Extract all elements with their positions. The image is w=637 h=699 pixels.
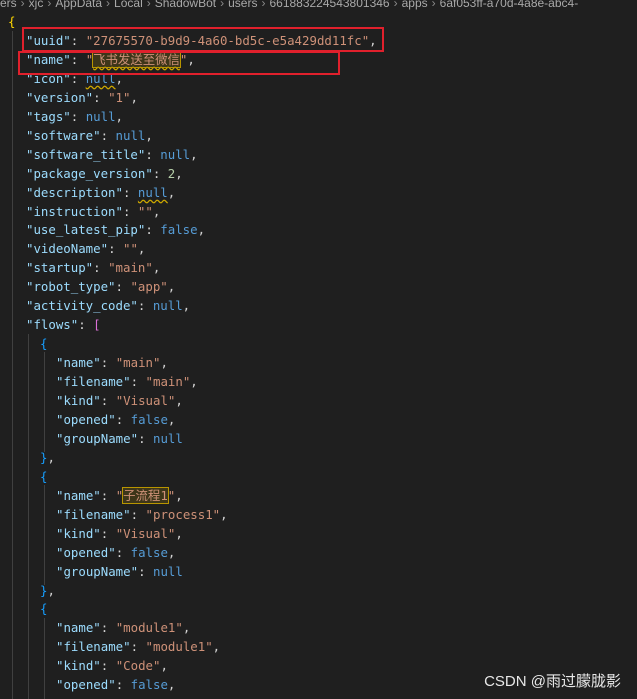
line-activity-code: "activity_code": null, xyxy=(26,298,191,314)
line-version: "version": "1", xyxy=(26,89,138,105)
line-flows: "flows": [ xyxy=(26,317,101,333)
line-flow-open: { xyxy=(40,336,48,352)
line-flow-name: "name": "main", xyxy=(56,355,168,371)
indent-guide xyxy=(28,334,29,699)
line-description: "description": null, xyxy=(26,184,176,200)
breadcrumb-item[interactable]: 661883224543801346 xyxy=(269,0,389,10)
breadcrumb-separator-icon: › xyxy=(261,0,266,10)
line-instruction: "instruction": "", xyxy=(26,203,161,219)
line-robot-type: "robot_type": "app", xyxy=(26,279,176,295)
line-flow-name: "name": "子流程1", xyxy=(56,486,183,504)
breadcrumb-item[interactable]: Local xyxy=(114,0,143,10)
breadcrumb-separator-icon: › xyxy=(393,0,398,10)
watermark: CSDN @雨过朦胧影 xyxy=(484,673,621,690)
breadcrumb-item[interactable]: apps xyxy=(402,0,428,10)
line-flow-close: }, xyxy=(40,449,55,465)
breadcrumb-separator-icon: › xyxy=(220,0,225,10)
breadcrumb-separator-icon: › xyxy=(106,0,111,10)
highlight-box-name xyxy=(18,51,340,75)
line-startup: "startup": "main", xyxy=(26,260,161,276)
line-open-brace: { xyxy=(8,14,16,29)
line-videoname: "videoName": "", xyxy=(26,241,146,257)
line-flow-kind: "kind": "Visual", xyxy=(56,393,183,408)
line-use-latest-pip: "use_latest_pip": false, xyxy=(26,222,206,238)
line-flow-open: { xyxy=(40,468,48,484)
line-flow-groupname: "groupName": null xyxy=(56,563,183,579)
line-flow-opened: "opened": false, xyxy=(56,677,176,693)
line-software-title: "software_title": null, xyxy=(26,146,198,162)
indent-guide xyxy=(44,618,45,699)
line-flow-filename: "filename": "module1", xyxy=(56,639,221,655)
breadcrumb-item[interactable]: ers xyxy=(0,0,17,10)
line-flow-kind: "kind": "Visual", xyxy=(56,525,183,541)
line-flow-close: }, xyxy=(40,582,55,598)
line-flow-filename: "filename": "main", xyxy=(56,374,198,390)
indent-guide xyxy=(12,31,13,699)
line-software: "software": null, xyxy=(26,127,153,143)
line-flow-filename: "filename": "process1", xyxy=(56,506,228,522)
line-package-version: "package_version": 2, xyxy=(26,165,183,181)
indent-guide xyxy=(44,352,45,452)
breadcrumb-item[interactable]: AppData xyxy=(55,0,102,10)
breadcrumb-separator-icon: › xyxy=(431,0,436,10)
breadcrumb-separator-icon: › xyxy=(47,0,52,10)
breadcrumb-separator-icon: › xyxy=(146,0,151,10)
highlight-box-uuid xyxy=(22,27,384,52)
breadcrumb-item[interactable]: xjc xyxy=(29,0,44,10)
code-editor[interactable]: ers › xjc › AppData › Local › ShadowBot › users › 66… xyxy=(0,0,637,699)
breadcrumb-item[interactable]: users xyxy=(228,0,257,10)
indent-guide xyxy=(44,485,45,585)
line-flow-groupname: "groupName": null xyxy=(56,430,183,446)
breadcrumb-separator-icon: › xyxy=(20,0,25,10)
line-flow-name: "name": "module1", xyxy=(56,620,191,636)
breadcrumb: ers › xjc › AppData › Local › ShadowBot › users › 66… xyxy=(0,0,637,14)
line-tags: "tags": null, xyxy=(26,108,123,124)
line-flow-kind: "kind": "Code", xyxy=(56,658,168,674)
line-flow-open: { xyxy=(40,601,48,617)
line-flow-opened: "opened": false, xyxy=(56,411,176,427)
line-flow-opened: "opened": false, xyxy=(56,544,176,560)
breadcrumb-item[interactable]: 6af053ff-a70d-4a8e-abc4- xyxy=(440,0,579,10)
breadcrumb-item[interactable]: ShadowBot xyxy=(155,0,216,10)
